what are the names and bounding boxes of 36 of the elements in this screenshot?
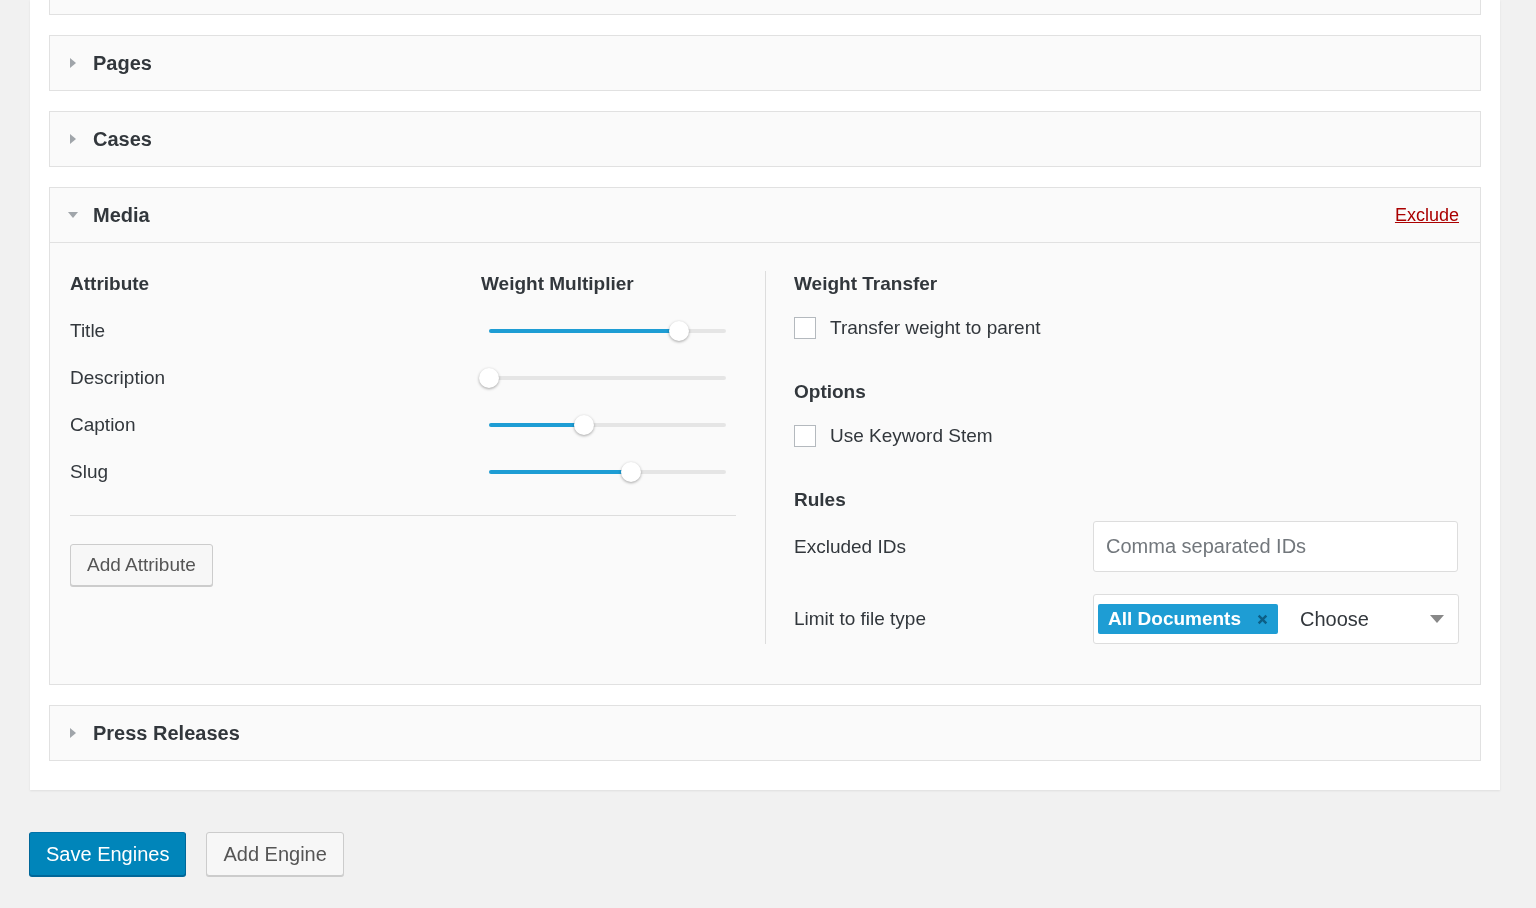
checkbox-label: Use Keyword Stem [830,425,993,447]
excluded-ids-field[interactable]: Comma separated IDs [1093,521,1458,572]
expand-arrow-icon[interactable] [68,58,78,68]
caret-icon [1430,615,1444,623]
section-title[interactable]: Press Releases [93,721,240,745]
file-type-select[interactable]: All Documents Choose [1093,594,1459,644]
expand-arrow-icon[interactable] [68,134,78,144]
checkbox-label: Transfer weight to parent [830,317,1041,339]
attribute-label: Description [70,366,167,389]
column-heading: Attribute [70,272,151,296]
section-title[interactable]: Media [93,203,150,227]
file-type-tag: All Documents [1098,604,1279,634]
field-label: Excluded IDs [794,535,907,558]
slider-thumb[interactable] [479,367,499,388]
expand-arrow-icon[interactable] [68,728,78,738]
add-attribute-button[interactable]: Add Attribute [70,544,213,586]
attribute-label: Caption [70,413,137,436]
add-engine-button[interactable]: Add Engine [206,832,344,876]
section-title[interactable]: Pages [93,51,152,75]
group-heading: Weight Transfer [794,272,939,296]
slider-thumb[interactable] [573,414,594,435]
checkbox[interactable] [794,317,816,339]
save-button[interactable]: Save Engines [29,832,187,876]
slider-thumb[interactable] [668,320,689,341]
exclude-link[interactable]: Exclude [1394,204,1459,226]
slider-thumb[interactable] [621,461,642,482]
section-title[interactable]: Cases [93,127,152,151]
attribute-label: Slug [70,460,110,483]
group-heading: Options [794,380,867,404]
collapse-arrow-icon[interactable] [68,210,78,220]
group-heading: Rules [794,488,847,512]
attribute-label: Title [70,319,107,342]
field-label: Limit to file type [794,608,927,630]
checkbox[interactable] [794,425,816,447]
remove-icon[interactable] [1257,613,1269,625]
column-heading: Weight Multiplier [481,272,634,296]
